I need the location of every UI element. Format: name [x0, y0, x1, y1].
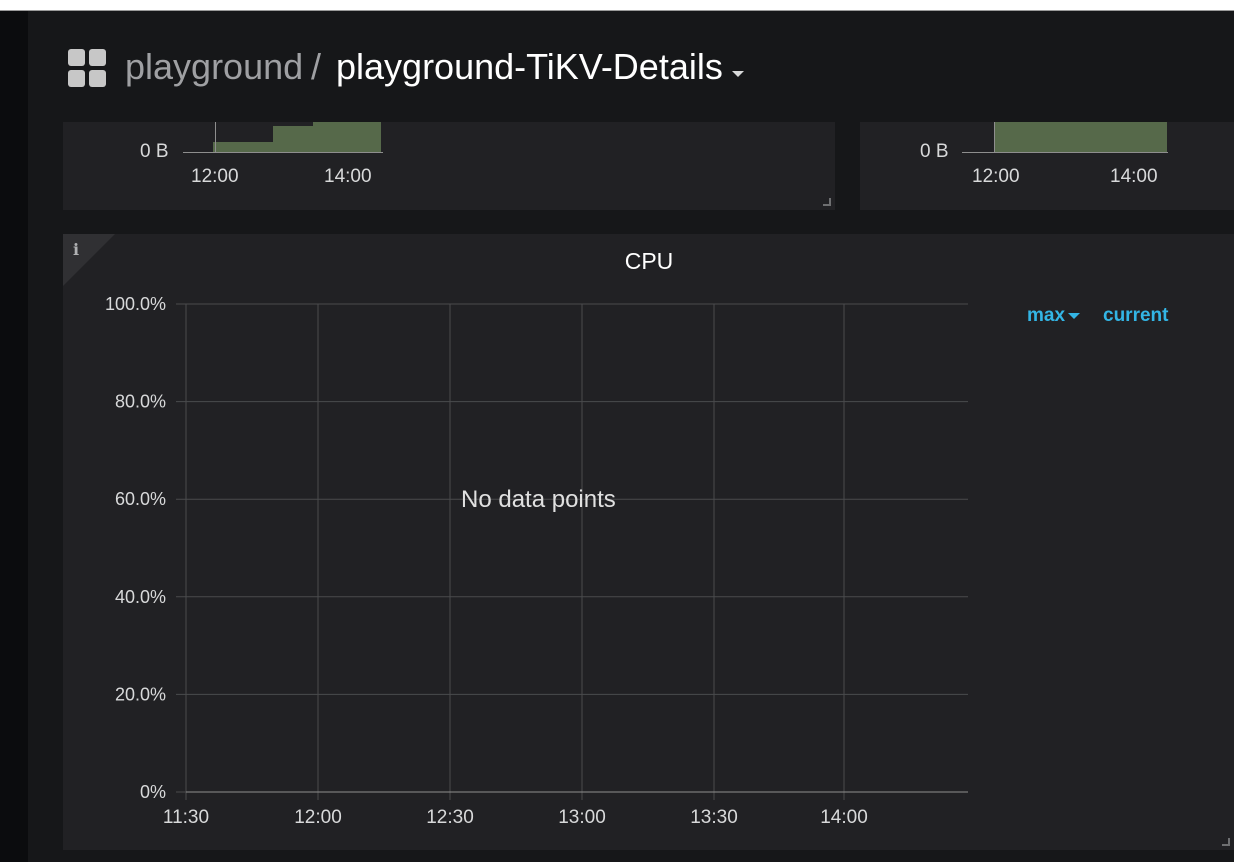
- resize-handle[interactable]: [1222, 838, 1230, 846]
- x-axis-line: [962, 152, 1168, 153]
- y-tick-label: 0 B: [140, 141, 169, 162]
- y-tick-label: 0 B: [920, 141, 949, 162]
- x-axis-line: [183, 152, 383, 153]
- legend-max-label: max: [1027, 305, 1066, 326]
- x-tick-label: 13:00: [558, 807, 606, 828]
- side-menu-rail: [0, 11, 28, 862]
- y-tick-label: 0%: [140, 782, 166, 802]
- x-tick-label: 12:30: [426, 807, 474, 828]
- y-tick-label: 20.0%: [115, 684, 166, 704]
- area-fill: [213, 142, 273, 152]
- x-tick-label: 14:00: [1110, 166, 1158, 187]
- resize-handle[interactable]: [823, 198, 831, 206]
- x-tick-label: 13:30: [690, 807, 738, 828]
- cpu-panel: i CPU 100.0% 80.0% 60.0% 40.0% 20.0% 0% 11:30 1…: [63, 234, 1234, 850]
- no-data-message: No data points: [461, 486, 616, 513]
- navbar: playground / playground-TiKV-Details: [28, 11, 1234, 122]
- legend-current-header[interactable]: current: [1103, 305, 1168, 327]
- chevron-down-icon[interactable]: [732, 71, 744, 77]
- window-top-strip: [0, 0, 1234, 11]
- x-tick-label: 12:00: [972, 166, 1020, 187]
- x-tick-label: 11:30: [163, 807, 209, 828]
- x-tick-label: 14:00: [324, 166, 372, 187]
- breadcrumb-separator: /: [311, 46, 322, 87]
- y-tick-label: 80.0%: [115, 392, 166, 412]
- dashboard-grid-icon[interactable]: [68, 49, 106, 87]
- y-axis-line: [994, 122, 995, 153]
- area-fill: [313, 122, 381, 152]
- area-fill: [273, 126, 313, 152]
- sort-desc-icon: [1068, 312, 1081, 319]
- breadcrumb-folder[interactable]: playground: [125, 45, 303, 89]
- y-tick-label: 40.0%: [115, 587, 166, 607]
- y-tick-label: 60.0%: [115, 489, 166, 509]
- area-fill: [994, 122, 1167, 152]
- dashboard-title[interactable]: playground-TiKV-Details: [336, 45, 723, 89]
- top-right-panel: 0 B 12:00 14:00: [860, 122, 1234, 210]
- x-tick-label: 12:00: [294, 807, 342, 828]
- y-axis-line: [215, 122, 216, 153]
- y-tick-label: 100.0%: [105, 294, 166, 314]
- x-tick-label: 14:00: [820, 807, 868, 828]
- top-left-panel: 0 B 12:00 14:00: [63, 122, 835, 210]
- x-tick-label: 12:00: [191, 166, 239, 187]
- legend-max-header[interactable]: max: [1027, 305, 1081, 327]
